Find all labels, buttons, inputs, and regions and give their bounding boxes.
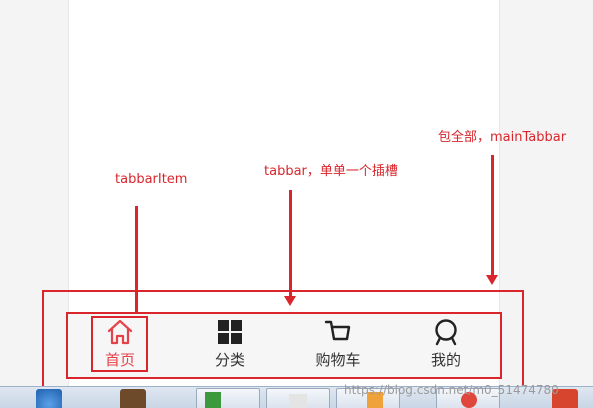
tab-profile-label: 我的 [430, 351, 461, 369]
document-icon [205, 392, 221, 408]
tab-category-label: 分类 [214, 351, 245, 369]
tabbar-item-outline [91, 316, 148, 372]
annotation-tabbar: tabbar，单单一个插槽 [264, 164, 398, 179]
annotation-main-tabbar: 包全部，mainTabbar [438, 130, 567, 145]
grid-icon [215, 317, 245, 347]
profile-icon [431, 317, 461, 347]
avatar-taskbar-icon[interactable] [120, 389, 146, 408]
taskbar-button-1[interactable] [196, 388, 260, 408]
tab-profile[interactable]: 我的 [411, 316, 481, 372]
arrow-tabbar [284, 190, 296, 306]
browser-taskbar-icon[interactable] [36, 389, 62, 408]
tab-cart[interactable]: 购物车 [303, 316, 373, 372]
cart-icon [323, 317, 353, 347]
window-icon [289, 394, 307, 408]
taskbar-button-2[interactable] [266, 388, 330, 408]
arrow-main-tabbar [486, 155, 498, 285]
tab-category[interactable]: 分类 [195, 316, 265, 372]
annotation-tabbar-item: tabbarItem [115, 172, 188, 187]
tab-cart-label: 购物车 [315, 351, 361, 369]
watermark: https://blog.csdn.net/m0_51474780 [344, 383, 559, 397]
